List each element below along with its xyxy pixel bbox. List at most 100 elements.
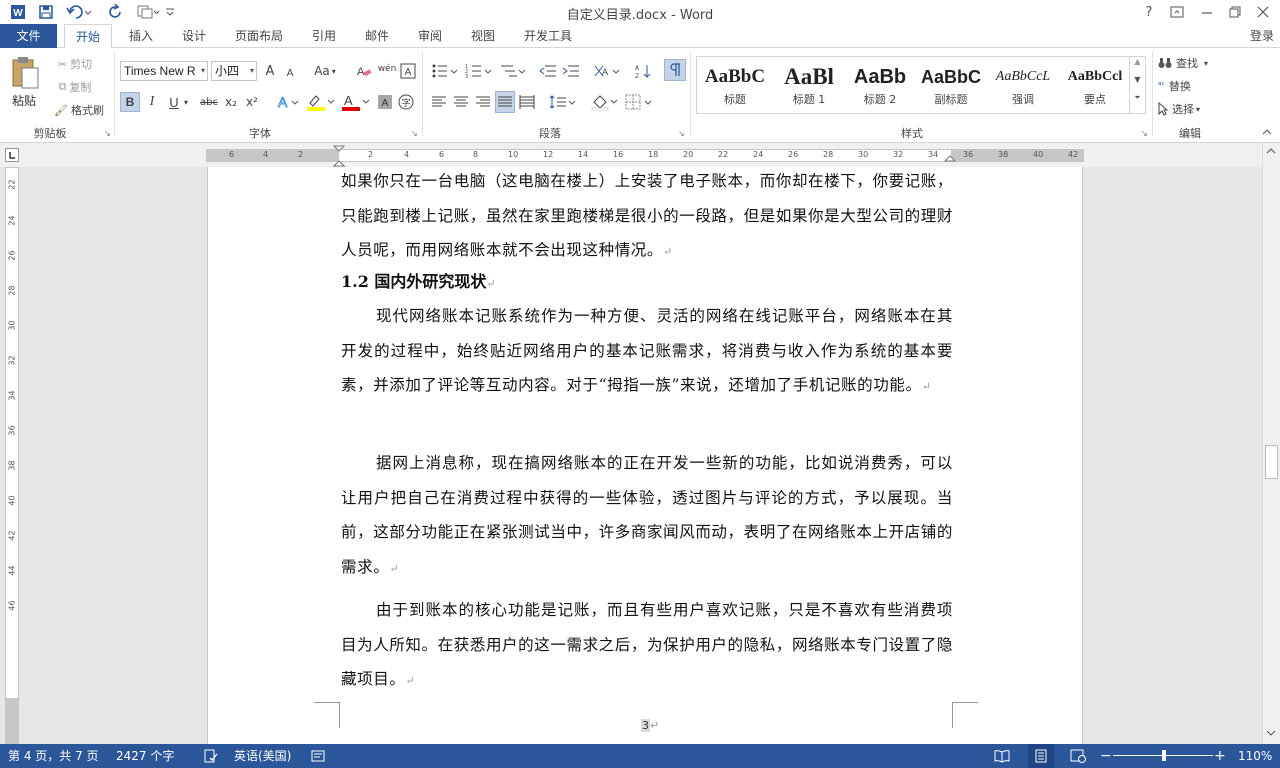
subscript-button[interactable]: x₂ xyxy=(222,92,240,112)
minimize-icon[interactable] xyxy=(1196,2,1218,22)
document-page[interactable]: 如果你只在一台电脑（这电脑在楼上）上安装了电子账本，而你却在楼下，你要记账，只能… xyxy=(207,167,1083,744)
character-border-icon[interactable]: A xyxy=(399,61,417,81)
cut-button[interactable]: ✂ 剪切 xyxy=(50,54,100,74)
paste-button[interactable]: 粘贴 xyxy=(6,56,46,126)
enclose-characters-icon[interactable]: 字 xyxy=(397,92,415,112)
line-spacing-icon[interactable] xyxy=(548,92,578,112)
style-heading2[interactable]: AaBb 标题 2 xyxy=(844,57,916,113)
style-emphasis[interactable]: AaBbCcL 强调 xyxy=(987,57,1059,113)
numbering-icon[interactable]: 123 xyxy=(464,61,494,81)
change-case-button[interactable]: Aa ▾ xyxy=(310,61,340,81)
scroll-down-icon[interactable] xyxy=(1266,729,1276,739)
styles-more-icon[interactable]: ⏷ xyxy=(1130,93,1145,111)
scroll-up-icon[interactable] xyxy=(1266,147,1276,157)
proofing-icon[interactable] xyxy=(204,744,218,768)
tab-selector-icon[interactable] xyxy=(5,148,19,162)
font-name-box[interactable]: Times New R ▾ xyxy=(120,61,208,81)
tab-insert[interactable]: 插入 xyxy=(118,24,164,48)
sort-icon[interactable]: AZ xyxy=(634,61,654,81)
tab-design[interactable]: 设计 xyxy=(171,24,217,48)
style-subtitle[interactable]: AaBbC 副标题 xyxy=(915,57,987,113)
align-right-icon[interactable] xyxy=(474,92,492,112)
highlight-icon[interactable] xyxy=(305,92,337,112)
replace-button[interactable]: ᵃᶜ 替换 xyxy=(1158,76,1220,96)
sign-in-link[interactable]: 登录 xyxy=(1244,24,1280,48)
right-indent-icon[interactable] xyxy=(944,155,956,165)
macro-record-icon[interactable] xyxy=(311,744,325,768)
print-layout-icon[interactable] xyxy=(1028,744,1054,768)
text-effects-icon[interactable]: A xyxy=(276,92,302,112)
style-title[interactable]: AaBbC 标题 xyxy=(699,57,771,113)
increase-indent-icon[interactable] xyxy=(561,61,581,81)
web-layout-icon[interactable] xyxy=(1070,744,1086,768)
shading-icon[interactable] xyxy=(590,92,620,112)
ruler-tick-label: 30 xyxy=(7,320,17,331)
borders-icon[interactable] xyxy=(624,92,654,112)
strikethrough-button[interactable]: abc xyxy=(198,92,220,112)
paragraph-launcher-icon[interactable]: ↘ xyxy=(678,129,685,138)
tab-mailings[interactable]: 邮件 xyxy=(354,24,400,48)
page-count-status[interactable]: 第 4 页，共 7 页 xyxy=(8,744,99,768)
font-launcher-icon[interactable]: ↘ xyxy=(411,129,418,138)
font-size-box[interactable]: 小四 ▾ xyxy=(211,61,257,81)
first-line-indent-icon[interactable] xyxy=(333,145,345,169)
clipboard-launcher-icon[interactable]: ↘ xyxy=(104,129,111,138)
chinese-layout-icon[interactable]: A xyxy=(592,61,622,81)
format-painter-button[interactable]: 🖌 格式刷 xyxy=(50,100,108,120)
clear-formatting-icon[interactable]: A xyxy=(355,61,373,81)
zoom-slider-thumb[interactable] xyxy=(1162,750,1166,761)
shrink-font-button[interactable]: A xyxy=(283,63,297,83)
zoom-in-button[interactable]: + xyxy=(1214,744,1226,768)
tab-home[interactable]: 开始 xyxy=(64,24,112,49)
restore-icon[interactable] xyxy=(1224,2,1246,22)
tab-file[interactable]: 文件 xyxy=(0,24,57,48)
grow-font-button[interactable]: A xyxy=(262,61,278,81)
tab-references[interactable]: 引用 xyxy=(301,24,347,48)
ruler-bottom-margin xyxy=(6,698,18,744)
styles-launcher-icon[interactable]: ↘ xyxy=(1141,129,1148,138)
close-icon[interactable] xyxy=(1252,2,1274,22)
superscript-button[interactable]: x² xyxy=(243,92,261,112)
ruler-tick-label: 32 xyxy=(893,150,904,159)
underline-button[interactable]: U xyxy=(165,92,183,112)
align-center-icon[interactable] xyxy=(452,92,470,112)
copy-button[interactable]: ⧉ 复制 xyxy=(50,77,100,97)
show-marks-icon[interactable] xyxy=(664,59,686,81)
chevron-down-icon[interactable]: ▾ xyxy=(184,98,188,107)
character-shading-icon[interactable]: A xyxy=(376,92,394,112)
style-heading1[interactable]: AaBl 标题 1 xyxy=(773,57,845,113)
distributed-icon[interactable] xyxy=(518,92,536,112)
read-mode-icon[interactable] xyxy=(994,744,1010,768)
zoom-level[interactable]: 110% xyxy=(1238,744,1272,768)
help-button[interactable]: ? xyxy=(1138,2,1160,22)
align-left-icon[interactable] xyxy=(430,92,448,112)
tab-view[interactable]: 视图 xyxy=(460,24,506,48)
language-status[interactable]: 英语(美国) xyxy=(234,744,291,768)
italic-button[interactable]: I xyxy=(143,92,161,112)
chevron-up-icon[interactable]: ▲ xyxy=(1130,57,1145,75)
scroll-thumb[interactable] xyxy=(1265,445,1278,479)
decrease-indent-icon[interactable] xyxy=(538,61,558,81)
style-strong[interactable]: AaBbCcl 要点 xyxy=(1059,57,1131,113)
tab-developer[interactable]: 开发工具 xyxy=(513,24,583,48)
margin-corner-mark xyxy=(952,702,978,728)
vertical-scrollbar[interactable] xyxy=(1262,143,1280,744)
binoculars-icon xyxy=(1158,57,1172,69)
font-color-icon[interactable]: A xyxy=(340,92,372,112)
justify-icon[interactable] xyxy=(495,91,515,113)
tab-review[interactable]: 审阅 xyxy=(407,24,453,48)
vertical-ruler[interactable]: 22 24 26 28 30 32 34 36 38 40 42 44 46 xyxy=(5,167,19,744)
select-button[interactable]: 选择 ▾ xyxy=(1158,99,1220,119)
zoom-out-button[interactable]: − xyxy=(1100,744,1112,768)
bold-button[interactable]: B xyxy=(120,92,140,112)
ribbon-display-options-icon[interactable] xyxy=(1166,2,1188,22)
phonetic-guide-button[interactable]: wén xyxy=(376,59,398,79)
chevron-down-icon[interactable]: ▼ xyxy=(1130,75,1145,93)
bullets-icon[interactable] xyxy=(430,61,460,81)
word-count-status[interactable]: 2427 个字 xyxy=(116,744,174,768)
multilevel-list-icon[interactable] xyxy=(498,61,528,81)
find-button[interactable]: 查找 ▾ xyxy=(1158,53,1220,73)
style-name: 标题 2 xyxy=(863,93,897,106)
collapse-ribbon-icon[interactable] xyxy=(1262,128,1272,136)
tab-layout[interactable]: 页面布局 xyxy=(224,24,294,48)
